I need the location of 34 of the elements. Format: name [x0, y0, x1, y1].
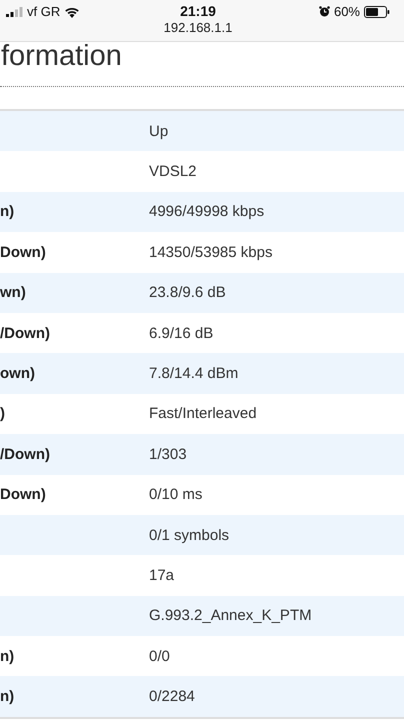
row-value: Up	[149, 122, 168, 140]
row-label: Down)	[0, 486, 46, 504]
row-value: Fast/Interleaved	[149, 405, 257, 422]
row-label: wn)	[0, 284, 26, 302]
battery-percent: 60%	[334, 4, 360, 19]
row-value: 1/303	[149, 446, 187, 463]
page-title: formation	[1, 40, 122, 72]
row-label: /Down)	[0, 446, 50, 463]
row-label: n)	[0, 648, 14, 665]
row-label: n)	[0, 688, 14, 706]
row-value: 0/10 ms	[149, 486, 202, 504]
battery-icon	[364, 6, 390, 18]
row-value: G.993.2_Annex_K_PTM	[149, 607, 312, 624]
row-label: n)	[0, 203, 14, 220]
row-value: 0/1 symbols	[149, 526, 230, 544]
row-value: 4996/49998 kbps	[149, 203, 264, 220]
row-value: 0/0	[149, 648, 170, 665]
alarm-icon	[318, 6, 330, 17]
row-value: 23.8/9.6 dB	[149, 284, 226, 302]
row-value: 0/2284	[149, 688, 195, 706]
clock-time: 21:19	[180, 3, 216, 19]
row-label: /Down)	[0, 324, 50, 342]
carrier-name: vf GR	[27, 4, 60, 19]
wifi-icon	[64, 6, 80, 18]
row-value: 17a	[149, 566, 174, 584]
row-label: )	[0, 405, 5, 422]
row-value: 7.8/14.4 dBm	[149, 365, 238, 382]
address-text[interactable]: 192.168.1.1	[164, 20, 232, 35]
row-label: Down)	[0, 244, 46, 261]
signal-icon	[6, 6, 23, 16]
row-value: 6.9/16 dB	[149, 324, 214, 342]
row-value: VDSL2	[149, 163, 197, 180]
row-value: 14350/53985 kbps	[149, 244, 272, 261]
row-label: own)	[0, 365, 35, 382]
